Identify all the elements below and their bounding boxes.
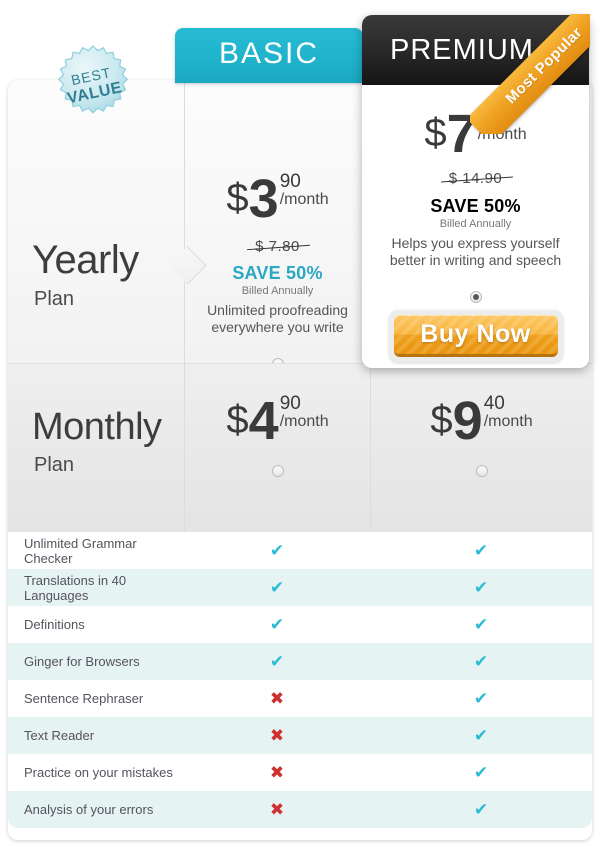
tab-basic[interactable]: BASIC	[175, 28, 363, 83]
price-period: /month	[483, 413, 533, 430]
feature-row: Analysis of your errors ✖ ✔	[8, 791, 592, 828]
yearly-plan-name: Yearly	[32, 238, 139, 282]
check-icon: ✔	[473, 688, 489, 708]
price-cents: 50	[477, 106, 499, 127]
cross-icon: ✖	[269, 688, 285, 708]
best-value-text: BEST VALUE	[44, 36, 141, 133]
cross-icon: ✖	[269, 762, 285, 782]
currency-symbol: $	[424, 111, 447, 155]
radio-monthly-premium[interactable]	[475, 465, 488, 477]
cross-icon: ✖	[269, 799, 285, 819]
check-icon: ✔	[473, 540, 489, 560]
feature-name: Practice on your mistakes	[24, 765, 173, 780]
price-whole: 3	[248, 169, 279, 229]
check-icon: ✔	[269, 651, 285, 671]
check-icon: ✔	[269, 540, 285, 560]
check-icon: ✔	[473, 614, 489, 634]
yearly-basic-cell[interactable]: $3 90/month $ 7.80 SAVE 50% Billed Annual…	[184, 80, 370, 370]
feature-name: Definitions	[24, 617, 85, 632]
feature-row: Ginger for Browsers ✔ ✔	[8, 643, 592, 680]
feature-row: Text Reader ✖ ✔	[8, 717, 592, 754]
currency-symbol: $	[430, 398, 453, 442]
yearly-premium-save: SAVE 50% Billed Annually	[362, 196, 589, 230]
check-icon: ✔	[269, 614, 285, 634]
buy-now-button[interactable]: Buy Now	[393, 315, 558, 357]
monthly-plan-name: Monthly	[32, 406, 162, 448]
price-period: /month	[279, 191, 329, 208]
check-icon: ✔	[269, 577, 285, 597]
yearly-basic-old-price: $ 7.80	[185, 238, 370, 255]
tab-basic-label: BASIC	[218, 37, 320, 70]
yearly-plan-sub: Plan	[34, 288, 75, 310]
feature-name: Text Reader	[24, 728, 95, 743]
premium-card-body: $7 50/month $ 14.90 SAVE 50% Billed Annua…	[362, 85, 589, 368]
check-icon: ✔	[473, 799, 489, 819]
best-value-badge: BEST VALUE	[52, 44, 134, 126]
check-icon: ✔	[473, 651, 489, 671]
check-icon: ✔	[473, 762, 489, 782]
tab-premium-label: PREMIUM	[390, 34, 534, 66]
monthly-plan-sub: Plan	[34, 454, 75, 476]
plan-row-monthly: Monthly Plan $4 90/month $9 40/month	[8, 363, 592, 532]
currency-symbol: $	[226, 176, 249, 220]
yearly-basic-price: $3 90/month	[185, 172, 370, 226]
feature-name: Translations in 40 Languages	[24, 572, 127, 603]
price-period: /month	[279, 413, 329, 430]
monthly-premium-cell[interactable]: $9 40/month	[370, 364, 592, 532]
monthly-basic-cell[interactable]: $4 90/month	[184, 364, 370, 532]
tab-premium[interactable]: PREMIUM	[362, 15, 589, 85]
feature-row: Definitions ✔ ✔	[8, 606, 592, 643]
feature-name: Unlimited Grammar Checker	[24, 535, 137, 566]
yearly-premium-price: $7 50/month	[362, 107, 589, 161]
price-period: /month	[477, 126, 527, 143]
radio-yearly-premium[interactable]	[469, 291, 482, 303]
price-whole: 4	[248, 391, 279, 451]
feature-name: Analysis of your errors	[24, 802, 154, 817]
monthly-premium-price: $9 40/month	[371, 394, 592, 448]
yearly-premium-old-price: $ 14.90	[362, 170, 589, 187]
price-cents: 90	[279, 171, 301, 192]
check-icon: ✔	[473, 577, 489, 597]
feature-list: Unlimited Grammar Checker ✔ ✔ Translations …	[8, 532, 592, 828]
price-whole: 9	[452, 391, 483, 451]
buy-now-wrapper: Buy Now	[388, 310, 563, 362]
check-icon: ✔	[473, 725, 489, 745]
price-cents: 40	[483, 393, 505, 414]
feature-name: Sentence Rephraser	[24, 691, 144, 706]
price-whole: 7	[446, 104, 477, 164]
price-cents: 90	[279, 393, 301, 414]
yearly-basic-save: SAVE 50% Billed Annually	[185, 263, 370, 297]
feature-row: Translations in 40 Languages ✔ ✔	[8, 569, 592, 606]
radio-monthly-basic[interactable]	[271, 465, 284, 477]
feature-row: Sentence Rephraser ✖ ✔	[8, 680, 592, 717]
feature-row: Unlimited Grammar Checker ✔ ✔	[8, 532, 592, 569]
save-label: SAVE 50%	[430, 196, 521, 216]
feature-name: Ginger for Browsers	[24, 654, 140, 669]
feature-row: Practice on your mistakes ✖ ✔	[8, 754, 592, 791]
monthly-label-cell: Monthly Plan	[8, 364, 184, 532]
premium-card[interactable]: PREMIUM Most Popular $7 50/month $ 14.90 …	[362, 14, 590, 368]
currency-symbol: $	[226, 398, 249, 442]
cross-icon: ✖	[269, 725, 285, 745]
yearly-basic-tagline: Unlimited proofreading everywhere you wr…	[207, 302, 348, 335]
save-label: SAVE 50%	[232, 263, 323, 283]
pricing-table-page: BASIC Yearly Plan $3 90/month $ 7.80 SAV…	[0, 0, 600, 848]
billed-label: Billed Annually	[241, 285, 314, 297]
yearly-premium-tagline: Helps you express yourself better in wri…	[389, 235, 562, 268]
monthly-basic-price: $4 90/month	[185, 394, 370, 448]
billed-label: Billed Annually	[439, 218, 512, 230]
